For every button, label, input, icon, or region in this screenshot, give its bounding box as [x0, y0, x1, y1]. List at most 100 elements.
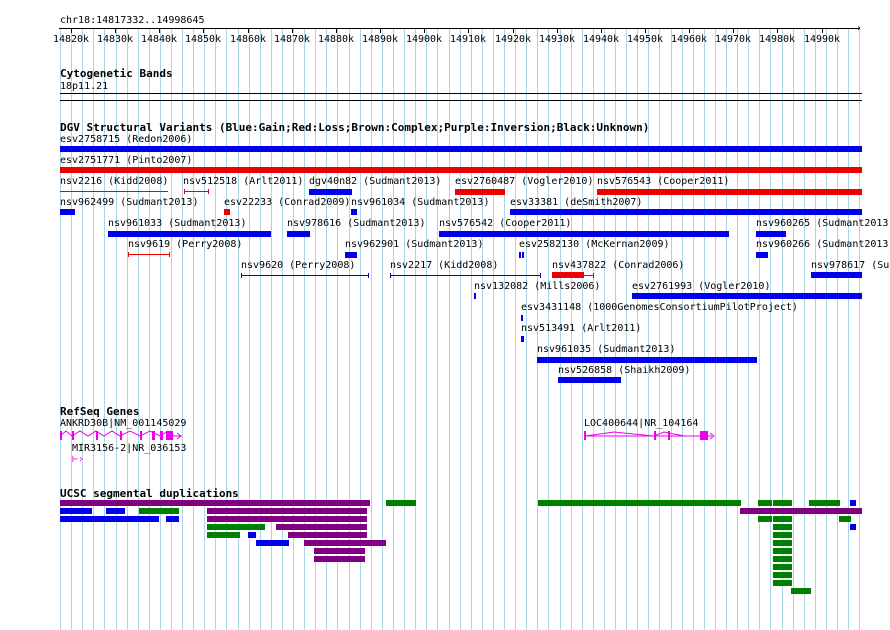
- variant-feature[interactable]: [224, 209, 230, 215]
- segdup-feature[interactable]: [207, 516, 367, 522]
- variant-label[interactable]: nsv2216 (Kidd2008): [60, 176, 168, 187]
- variant-feature[interactable]: [632, 293, 862, 299]
- gene-model-ankrd30b[interactable]: [60, 428, 185, 444]
- variant-label[interactable]: nsv962901 (Sudmant2013): [345, 239, 483, 250]
- segdup-feature[interactable]: [773, 548, 792, 554]
- variant-label[interactable]: nsv960265 (Sudmant2013): [756, 218, 890, 229]
- segdup-feature[interactable]: [314, 556, 365, 562]
- segdup-track-title[interactable]: UCSC segmental duplications: [60, 487, 239, 500]
- variant-feature[interactable]: [60, 146, 862, 152]
- segdup-feature[interactable]: [773, 532, 792, 538]
- variant-label[interactable]: nsv961033 (Sudmant2013): [108, 218, 246, 229]
- variant-label[interactable]: nsv513491 (Arlt2011): [521, 323, 641, 334]
- variant-label[interactable]: nsv978617 (Su: [811, 260, 889, 271]
- variant-feature[interactable]: [345, 252, 357, 258]
- segdup-feature[interactable]: [207, 524, 265, 530]
- variant-label[interactable]: esv2751771 (Pinto2007): [60, 155, 192, 166]
- segdup-feature[interactable]: [773, 580, 792, 586]
- variant-feature[interactable]: [60, 167, 862, 173]
- variant-label[interactable]: nsv132082 (Mills2006): [474, 281, 600, 292]
- variant-feature[interactable]: [756, 252, 768, 258]
- segdup-feature[interactable]: [758, 500, 772, 506]
- variant-feature[interactable]: [439, 231, 729, 237]
- variant-label[interactable]: esv2582130 (McKernan2009): [519, 239, 670, 250]
- segdup-feature[interactable]: [166, 516, 179, 522]
- variant-feature[interactable]: [455, 189, 505, 195]
- variant-feature[interactable]: [309, 189, 352, 195]
- variant-feature[interactable]: [510, 209, 862, 215]
- variant-label[interactable]: nsv961034 (Sudmant2013): [351, 197, 489, 208]
- variant-feature[interactable]: [811, 272, 862, 278]
- variant-feature[interactable]: [597, 189, 862, 195]
- gene-model-loc400644[interactable]: [584, 428, 719, 444]
- segdup-feature[interactable]: [850, 524, 856, 530]
- variant-label[interactable]: esv2761993 (Vogler2010): [632, 281, 770, 292]
- variant-feature[interactable]: [287, 231, 310, 237]
- variant-label[interactable]: esv2760487 (Vogler2010): [455, 176, 593, 187]
- variant-feature[interactable]: [390, 275, 541, 276]
- variant-label[interactable]: nsv437822 (Conrad2006): [552, 260, 684, 271]
- variant-feature[interactable]: [519, 252, 521, 258]
- variant-feature[interactable]: [60, 191, 168, 192]
- segdup-feature[interactable]: [839, 516, 851, 522]
- variant-label[interactable]: nsv962499 (Sudmant2013): [60, 197, 198, 208]
- variant-feature[interactable]: [351, 209, 357, 215]
- segdup-feature[interactable]: [106, 508, 125, 514]
- segdup-feature[interactable]: [288, 532, 367, 538]
- variant-feature[interactable]: [552, 272, 584, 278]
- segdup-feature[interactable]: [248, 532, 256, 538]
- segdup-feature[interactable]: [809, 500, 840, 506]
- variant-label[interactable]: dgv40n82 (Sudmant2013): [309, 176, 441, 187]
- segdup-feature[interactable]: [773, 572, 792, 578]
- segdup-feature[interactable]: [773, 500, 792, 506]
- segdup-feature[interactable]: [304, 540, 386, 546]
- variant-label[interactable]: nsv961035 (Sudmant2013): [537, 344, 675, 355]
- segdup-feature[interactable]: [791, 588, 811, 594]
- variant-label[interactable]: nsv2217 (Kidd2008): [390, 260, 498, 271]
- variant-feature[interactable]: [241, 275, 369, 276]
- variant-label[interactable]: esv33381 (deSmith2007): [510, 197, 642, 208]
- segdup-feature[interactable]: [740, 508, 862, 514]
- variant-feature[interactable]: [184, 191, 209, 192]
- variant-label[interactable]: nsv960266 (Sudmant2013): [756, 239, 890, 250]
- segdup-feature[interactable]: [850, 500, 856, 506]
- variant-feature[interactable]: [521, 315, 523, 321]
- variant-feature[interactable]: [522, 252, 524, 258]
- variant-label[interactable]: esv2758715 (Redon2006): [60, 134, 192, 145]
- segdup-feature[interactable]: [256, 540, 289, 546]
- variant-feature[interactable]: [558, 377, 621, 383]
- segdup-feature[interactable]: [773, 556, 792, 562]
- variant-feature[interactable]: [60, 209, 75, 215]
- segdup-feature[interactable]: [773, 524, 792, 530]
- segdup-feature[interactable]: [773, 564, 792, 570]
- variant-label[interactable]: nsv576543 (Cooper2011): [597, 176, 729, 187]
- segdup-feature[interactable]: [276, 524, 367, 530]
- segdup-feature[interactable]: [758, 516, 772, 522]
- refseq-track-title[interactable]: RefSeq Genes: [60, 405, 139, 418]
- variant-feature[interactable]: [537, 357, 757, 363]
- variant-label[interactable]: esv3431148 (1000GenomesConsortiumPilotPr…: [521, 302, 798, 313]
- segdup-feature[interactable]: [773, 540, 792, 546]
- variant-label[interactable]: nsv978616 (Sudmant2013): [287, 218, 425, 229]
- variant-label[interactable]: nsv576542 (Cooper2011): [439, 218, 571, 229]
- gene-label[interactable]: MIR3156-2|NR_036153: [72, 443, 186, 454]
- segdup-feature[interactable]: [773, 516, 792, 522]
- segdup-feature[interactable]: [60, 508, 92, 514]
- segdup-feature[interactable]: [207, 532, 240, 538]
- segdup-feature[interactable]: [538, 500, 741, 506]
- variant-feature[interactable]: [108, 231, 271, 237]
- cyto-track-title[interactable]: Cytogenetic Bands: [60, 67, 173, 80]
- segdup-feature[interactable]: [139, 508, 179, 514]
- variant-label[interactable]: nsv9619 (Perry2008): [128, 239, 242, 250]
- segdup-feature[interactable]: [207, 508, 367, 514]
- variant-label[interactable]: nsv512518 (Arlt2011): [183, 176, 303, 187]
- variant-label[interactable]: nsv9620 (Perry2008): [241, 260, 355, 271]
- variant-feature[interactable]: [474, 293, 476, 299]
- variant-label[interactable]: esv22233 (Conrad2009): [224, 197, 350, 208]
- segdup-feature[interactable]: [386, 500, 416, 506]
- cyto-band-label[interactable]: 18p11.21: [60, 81, 108, 92]
- segdup-feature[interactable]: [314, 548, 365, 554]
- variant-feature[interactable]: [521, 336, 524, 342]
- gene-arrow-icon[interactable]: ⊢›: [72, 454, 84, 465]
- segdup-feature[interactable]: [60, 516, 159, 522]
